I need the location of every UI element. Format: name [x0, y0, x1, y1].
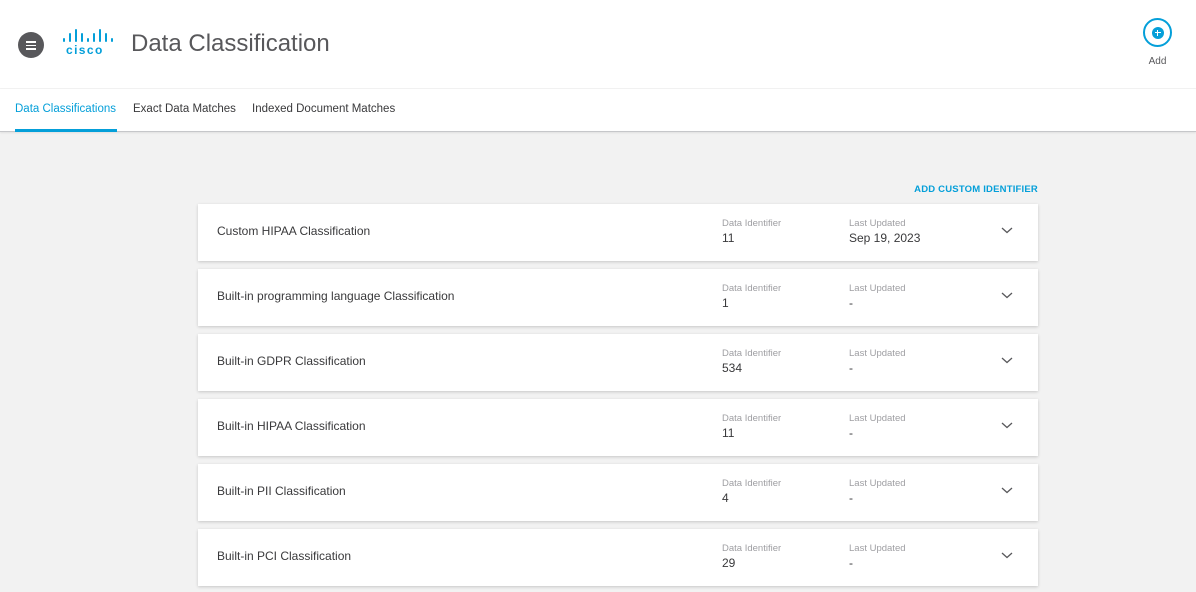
classification-name: Built-in programming language Classifica…: [217, 289, 455, 303]
last-updated-value: -: [849, 426, 853, 440]
classification-card[interactable]: Built-in PII Classification Data Identif…: [198, 464, 1038, 521]
last-updated-value: -: [849, 296, 853, 310]
last-updated-label: Last Updated: [849, 348, 906, 359]
classification-name: Built-in PCI Classification: [217, 549, 352, 563]
chevron-down-icon[interactable]: [1000, 353, 1014, 367]
data-identifier-value: 4: [722, 491, 729, 505]
last-updated-value: -: [849, 361, 853, 375]
classification-name: Built-in GDPR Classification: [217, 354, 366, 368]
hamburger-menu-icon[interactable]: [18, 32, 44, 58]
classification-card[interactable]: Built-in GDPR Classification Data Identi…: [198, 334, 1038, 391]
chevron-down-icon[interactable]: [1000, 288, 1014, 302]
last-updated-value: -: [849, 491, 853, 505]
classification-name: Custom HIPAA Classification: [217, 224, 371, 238]
tab-indexed-document-matches[interactable]: Indexed Document Matches: [252, 103, 395, 115]
tab-data-classifications[interactable]: Data Classifications: [15, 103, 116, 115]
last-updated-value: -: [849, 556, 853, 570]
data-identifier-label: Data Identifier: [722, 543, 782, 554]
data-identifier-value: 1: [722, 296, 729, 310]
last-updated-label: Last Updated: [849, 283, 906, 294]
app-header: cisco Data Classification Add: [0, 0, 1196, 88]
data-identifier-label: Data Identifier: [722, 283, 782, 294]
tab-bar: Data Classifications Exact Data Matches …: [0, 89, 1196, 132]
last-updated-label: Last Updated: [849, 218, 906, 229]
cisco-logo-bars: [62, 28, 113, 42]
data-identifier-value: 11: [722, 231, 735, 245]
page-title: Data Classification: [131, 30, 330, 57]
data-identifier-value: 534: [722, 361, 743, 375]
data-identifier-value: 29: [722, 556, 736, 570]
plus-circle-icon[interactable]: [1143, 18, 1172, 47]
add-custom-identifier-link[interactable]: ADD CUSTOM IDENTIFIER: [914, 184, 1038, 195]
cisco-logo: cisco: [62, 28, 113, 58]
last-updated-label: Last Updated: [849, 478, 906, 489]
data-identifier-label: Data Identifier: [722, 478, 782, 489]
classification-card[interactable]: Custom HIPAA Classification Data Identif…: [198, 204, 1038, 261]
classification-card[interactable]: Built-in programming language Classifica…: [198, 269, 1038, 326]
add-button-label[interactable]: Add: [1140, 56, 1175, 67]
classification-name: Built-in HIPAA Classification: [217, 419, 366, 433]
data-identifier-label: Data Identifier: [722, 218, 782, 229]
classification-card[interactable]: Built-in PCI Classification Data Identif…: [198, 529, 1038, 586]
classification-card[interactable]: Built-in HIPAA Classification Data Ident…: [198, 399, 1038, 456]
data-identifier-label: Data Identifier: [722, 348, 782, 359]
classification-name: Built-in PII Classification: [217, 484, 346, 498]
data-identifier-value: 11: [722, 426, 735, 440]
tab-exact-data-matches[interactable]: Exact Data Matches: [133, 103, 236, 115]
chevron-down-icon[interactable]: [1000, 548, 1014, 562]
chevron-down-icon[interactable]: [1000, 483, 1014, 497]
last-updated-value: Sep 19, 2023: [849, 231, 921, 245]
last-updated-label: Last Updated: [849, 543, 906, 554]
data-identifier-label: Data Identifier: [722, 413, 782, 424]
cisco-logo-text: cisco: [66, 43, 104, 57]
chevron-down-icon[interactable]: [1000, 223, 1014, 237]
active-tab-indicator: [15, 129, 117, 132]
last-updated-label: Last Updated: [849, 413, 906, 424]
chevron-down-icon[interactable]: [1000, 418, 1014, 432]
